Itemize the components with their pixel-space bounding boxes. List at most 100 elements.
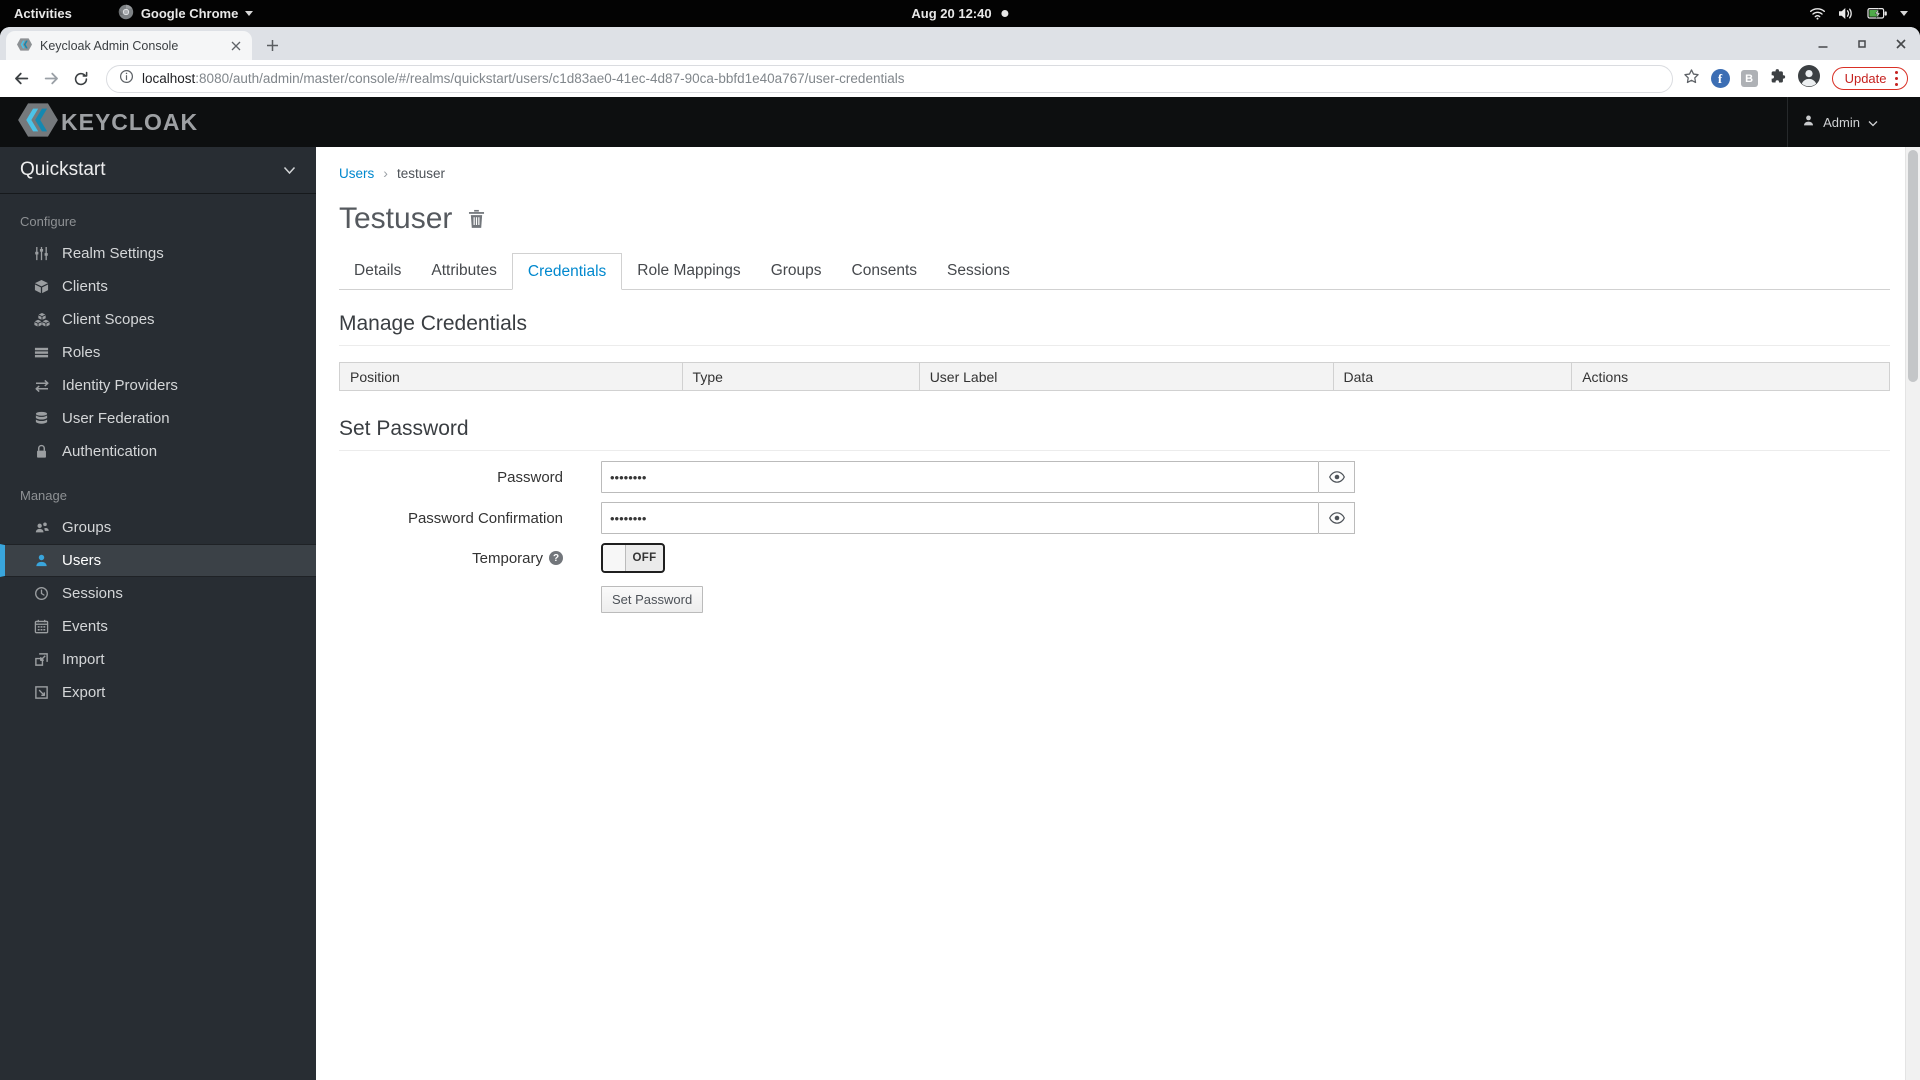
b-extension-icon[interactable]: B	[1740, 70, 1758, 87]
toggle-state-label: OFF	[632, 552, 657, 564]
notification-dot-icon	[1001, 10, 1009, 17]
fedora-extension-icon[interactable]: f	[1710, 69, 1730, 88]
sidebar-item-authentication[interactable]: Authentication	[0, 435, 316, 468]
window-controls	[1815, 27, 1908, 60]
tab-details[interactable]: Details	[339, 253, 416, 290]
clock-button[interactable]: Aug 20 12:40	[911, 6, 1009, 21]
tab-credentials[interactable]: Credentials	[511, 253, 623, 290]
import-icon	[33, 652, 50, 667]
back-button[interactable]	[8, 66, 34, 92]
sidebar-item-label: Groups	[62, 519, 112, 536]
sidebar-item-label: Roles	[62, 344, 101, 361]
battery-charging-icon	[1867, 7, 1888, 20]
sidebar-item-label: Import	[62, 651, 105, 668]
browser-tab[interactable]: Keycloak Admin Console	[6, 31, 252, 60]
calendar-icon	[33, 619, 50, 634]
col-user-label: User Label	[918, 362, 1334, 391]
toggle-handle	[603, 545, 626, 571]
sidebar: Quickstart Configure Realm Settings Clie…	[0, 147, 316, 1080]
tab-groups[interactable]: Groups	[756, 253, 837, 290]
temporary-toggle[interactable]: OFF	[601, 543, 665, 573]
chevron-right-icon: ›	[383, 165, 388, 181]
list-icon	[33, 345, 50, 360]
reload-button[interactable]	[68, 66, 94, 92]
browser-toolbar: localhost:8080/auth/admin/master/console…	[0, 60, 1920, 97]
tab-role-mappings[interactable]: Role Mappings	[622, 253, 755, 290]
sidebar-item-realm-settings[interactable]: Realm Settings	[0, 237, 316, 270]
extensions-puzzle-icon[interactable]	[1769, 68, 1786, 90]
delete-user-icon[interactable]	[467, 209, 486, 229]
realm-name: Quickstart	[20, 159, 106, 180]
show-password-eye-icon[interactable]	[1319, 502, 1355, 534]
minimize-button[interactable]	[1815, 36, 1830, 51]
sidebar-item-client-scopes[interactable]: Client Scopes	[0, 303, 316, 336]
system-status-area[interactable]	[1809, 7, 1920, 20]
sidebar-item-user-federation[interactable]: User Federation	[0, 402, 316, 435]
app-menu-button[interactable]: Google Chrome	[108, 4, 264, 23]
url-text: localhost:8080/auth/admin/master/console…	[142, 71, 905, 86]
cube-icon	[33, 279, 50, 294]
tab-consents[interactable]: Consents	[837, 253, 932, 290]
chevron-down-icon	[245, 11, 254, 16]
browser-window: Keycloak Admin Console localhost:8080/au…	[0, 27, 1920, 1080]
update-button[interactable]: Update	[1831, 66, 1908, 91]
password-confirmation-label: Password Confirmation	[407, 509, 563, 527]
close-window-button[interactable]	[1893, 36, 1908, 51]
tab-sessions[interactable]: Sessions	[932, 253, 1025, 290]
activities-button[interactable]: Activities	[0, 0, 86, 27]
volume-icon	[1838, 7, 1855, 20]
user-icon	[33, 553, 50, 568]
sidebar-item-label: Clients	[62, 278, 108, 295]
realm-selector[interactable]: Quickstart	[0, 147, 316, 194]
user-menu[interactable]: Admin	[1787, 97, 1892, 147]
site-info-icon[interactable]	[119, 69, 134, 89]
breadcrumb-users-link[interactable]: Users	[339, 166, 374, 181]
bookmark-star-icon[interactable]	[1683, 68, 1700, 90]
chrome-logo-icon	[118, 4, 134, 23]
export-icon	[33, 685, 50, 700]
forward-button[interactable]	[38, 66, 64, 92]
sidebar-item-clients[interactable]: Clients	[0, 270, 316, 303]
new-tab-button[interactable]	[259, 32, 285, 58]
temporary-label: Temporary ?	[339, 550, 563, 567]
maximize-button[interactable]	[1854, 36, 1869, 51]
password-label: Password	[497, 468, 563, 486]
sidebar-item-import[interactable]: Import	[0, 643, 316, 676]
tab-title: Keycloak Admin Console	[40, 38, 179, 53]
sidebar-item-label: Users	[62, 552, 102, 569]
gnome-top-bar: Activities Google Chrome Aug 20 12:40	[0, 0, 1920, 27]
sliders-icon	[33, 246, 50, 261]
sidebar-item-events[interactable]: Events	[0, 610, 316, 643]
browser-menu-icon[interactable]	[1894, 70, 1898, 87]
sidebar-section-manage: Manage	[20, 488, 67, 503]
password-input[interactable]	[601, 461, 1319, 493]
sidebar-item-sessions[interactable]: Sessions	[0, 577, 316, 610]
show-password-eye-icon[interactable]	[1319, 461, 1355, 493]
tab-close-icon[interactable]	[227, 37, 244, 54]
user-tabs: Details Attributes Credentials Role Mapp…	[339, 253, 1890, 290]
breadcrumb: Users › testuser	[339, 165, 1890, 181]
sidebar-item-roles[interactable]: Roles	[0, 336, 316, 369]
col-position: Position	[339, 362, 683, 391]
clock-label: Aug 20 12:40	[911, 6, 992, 21]
set-password-button[interactable]: Set Password	[601, 586, 704, 613]
scrollbar-thumb[interactable]	[1908, 150, 1918, 382]
sidebar-item-label: Export	[62, 684, 106, 701]
help-icon[interactable]: ?	[549, 551, 563, 565]
sidebar-item-users[interactable]: Users	[0, 544, 316, 577]
password-confirmation-input[interactable]	[601, 502, 1319, 534]
sidebar-item-export[interactable]: Export	[0, 676, 316, 709]
profile-avatar[interactable]	[1797, 64, 1821, 93]
page-title: Testuser	[339, 202, 453, 235]
page-scrollbar[interactable]	[1905, 147, 1920, 1080]
lock-icon	[33, 444, 50, 459]
address-bar[interactable]: localhost:8080/auth/admin/master/console…	[106, 64, 1673, 93]
sidebar-item-label: Client Scopes	[62, 311, 155, 328]
sidebar-item-label: Realm Settings	[62, 245, 164, 262]
keycloak-favicon	[17, 37, 32, 55]
tab-attributes[interactable]: Attributes	[416, 253, 511, 290]
sidebar-item-identity-providers[interactable]: Identity Providers	[0, 369, 316, 402]
sidebar-item-label: Identity Providers	[62, 377, 178, 394]
browser-tab-strip: Keycloak Admin Console	[0, 27, 1920, 60]
sidebar-item-groups[interactable]: Groups	[0, 511, 316, 544]
